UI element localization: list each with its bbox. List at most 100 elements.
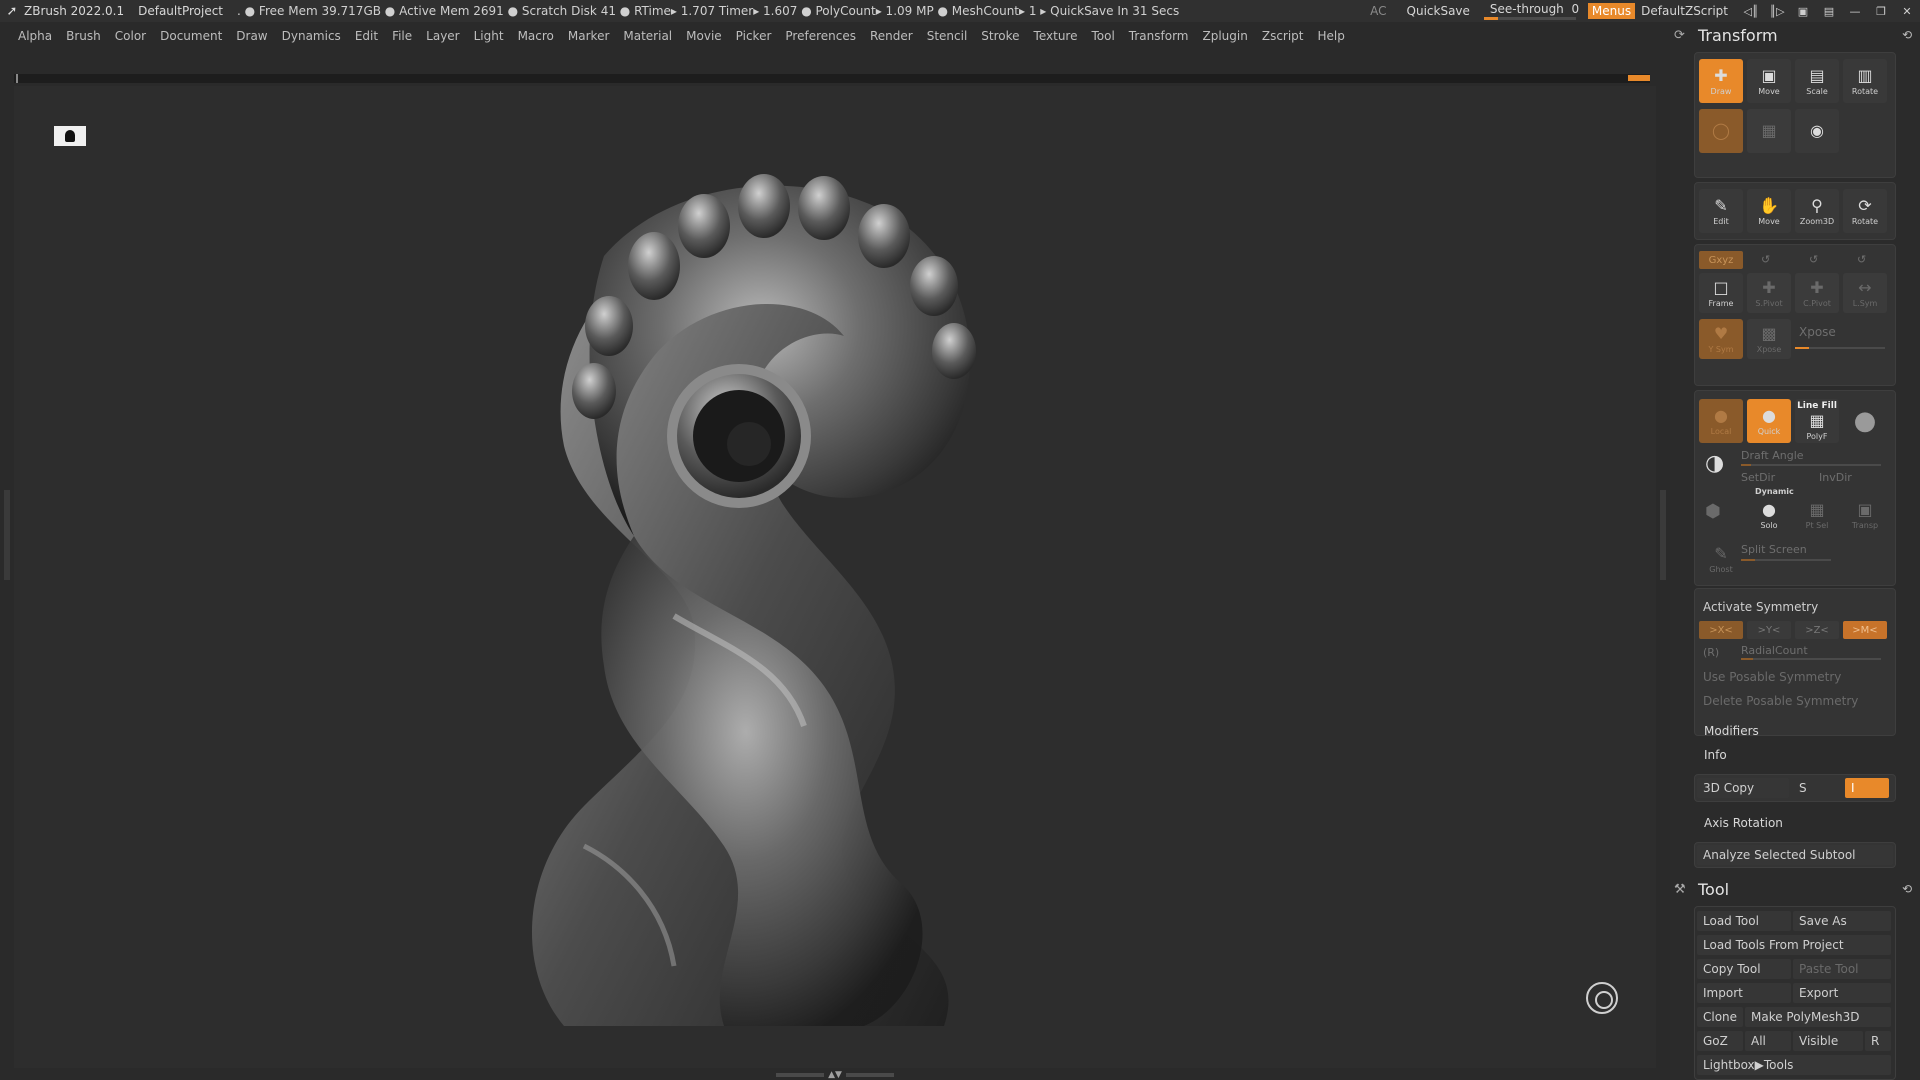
sphere-preview-button[interactable]: ● xyxy=(1843,399,1887,443)
info-subpalette[interactable]: Info xyxy=(1704,748,1727,762)
menu-marker[interactable]: Marker xyxy=(568,29,609,43)
xpose-button[interactable]: ▩ Xpose xyxy=(1747,319,1791,359)
ptsel-button[interactable]: ▦ Pt Sel xyxy=(1795,495,1839,535)
menu-help[interactable]: Help xyxy=(1318,29,1345,43)
menu-preferences[interactable]: Preferences xyxy=(785,29,856,43)
xpose-slider[interactable] xyxy=(1795,347,1885,349)
analyze-selected-subtool-button[interactable]: Analyze Selected Subtool xyxy=(1697,845,1893,865)
menu-layer[interactable]: Layer xyxy=(426,29,459,43)
sym-m-button[interactable]: >M< xyxy=(1843,621,1887,639)
cube-icon[interactable]: ⬢ xyxy=(1705,501,1721,522)
quicksave-button[interactable]: QuickSave xyxy=(1407,4,1470,18)
sym-z-button[interactable]: >Z< xyxy=(1795,621,1839,639)
contrast-icon[interactable]: ◑ xyxy=(1705,451,1724,476)
clone-button[interactable]: Clone xyxy=(1697,1007,1743,1027)
tool-palette-reset-icon[interactable]: ⟲ xyxy=(1902,882,1912,896)
cpivot-button[interactable]: ✚ C.Pivot xyxy=(1795,273,1839,313)
snapshot-button[interactable]: ◉ xyxy=(1795,109,1839,153)
timeline-strip[interactable] xyxy=(14,74,1650,83)
split-screen-slider[interactable] xyxy=(1741,559,1831,561)
load-tool-button[interactable]: Load Tool xyxy=(1697,911,1791,931)
menu-dynamics[interactable]: Dynamics xyxy=(282,29,341,43)
goz-all-button[interactable]: All xyxy=(1745,1031,1791,1051)
goz-button[interactable]: GoZ xyxy=(1697,1031,1743,1051)
navigation-gizmo-icon[interactable] xyxy=(1586,982,1618,1014)
draw-button[interactable]: ✚ Draw xyxy=(1699,59,1743,103)
sculpt-model[interactable] xyxy=(444,146,1204,1046)
menu-movie[interactable]: Movie xyxy=(686,29,722,43)
transform-palette-header[interactable]: ⟳ Transform ⟲ xyxy=(1670,22,1920,48)
menu-zplugin[interactable]: Zplugin xyxy=(1203,29,1248,43)
axis-y-icon[interactable]: ↺ xyxy=(1809,253,1818,266)
axis-z-icon[interactable]: ↺ xyxy=(1857,253,1866,266)
move-mode-button[interactable]: ▣ Move xyxy=(1747,59,1791,103)
bottom-tray-handle[interactable]: ▲▼ xyxy=(770,1070,900,1080)
rotate-mode-button[interactable]: ▥ Rotate xyxy=(1843,59,1887,103)
zoom3d-button[interactable]: ⚲ Zoom3D xyxy=(1795,189,1839,233)
local-button[interactable]: ● Local xyxy=(1699,399,1743,443)
gizmo-toggle-button[interactable]: ◯ xyxy=(1699,109,1743,153)
delete-posable-symmetry-button[interactable]: Delete Posable Symmetry xyxy=(1697,691,1893,711)
restore-icon[interactable]: ❐ xyxy=(1868,0,1894,22)
modifiers-subpalette[interactable]: Modifiers xyxy=(1704,724,1759,738)
copy3d-button[interactable]: 3D Copy xyxy=(1697,778,1789,798)
layout-next-icon[interactable]: ║▷ xyxy=(1764,0,1790,22)
radial-r-button[interactable]: (R) xyxy=(1703,646,1719,659)
menu-color[interactable]: Color xyxy=(115,29,146,43)
load-tools-from-project-button[interactable]: Load Tools From Project xyxy=(1697,935,1891,955)
ghost-button[interactable]: ✎ Ghost xyxy=(1699,539,1743,579)
right-tray-handle[interactable] xyxy=(1660,490,1666,580)
menu-texture[interactable]: Texture xyxy=(1034,29,1078,43)
solo-button[interactable]: ● Solo xyxy=(1747,495,1791,535)
see-through-slider[interactable]: See-through 0 xyxy=(1483,2,1579,20)
close-icon[interactable]: ✕ xyxy=(1894,0,1920,22)
export-button[interactable]: Export xyxy=(1793,983,1891,1003)
copy3d-i-button[interactable]: I xyxy=(1845,778,1889,798)
import-button[interactable]: Import xyxy=(1697,983,1791,1003)
menu-edit[interactable]: Edit xyxy=(355,29,378,43)
make-polymesh3d-button[interactable]: Make PolyMesh3D xyxy=(1745,1007,1891,1027)
menu-alpha[interactable]: Alpha xyxy=(18,29,52,43)
sym-x-button[interactable]: >X< xyxy=(1699,621,1743,639)
scale-mode-button[interactable]: ▤ Scale xyxy=(1795,59,1839,103)
menus-toggle-button[interactable]: Menus xyxy=(1587,3,1636,19)
edit-scale-button[interactable]: ▦ xyxy=(1747,109,1791,153)
copy3d-s-button[interactable]: S xyxy=(1793,778,1833,798)
menu-render[interactable]: Render xyxy=(870,29,913,43)
menu-picker[interactable]: Picker xyxy=(736,29,772,43)
invdir-button[interactable]: InvDir xyxy=(1819,471,1852,484)
axis-rotation-subpalette[interactable]: Axis Rotation xyxy=(1704,816,1783,830)
camera-view-icon[interactable] xyxy=(54,126,86,146)
document-canvas[interactable] xyxy=(14,86,1656,1068)
menu-document[interactable]: Document xyxy=(160,29,222,43)
default-zscript-button[interactable]: DefaultZScript xyxy=(1641,4,1728,18)
menu-draw[interactable]: Draw xyxy=(236,29,267,43)
ysym-button[interactable]: ♥ Y Sym xyxy=(1699,319,1743,359)
menu-light[interactable]: Light xyxy=(474,29,504,43)
menu-tool[interactable]: Tool xyxy=(1091,29,1114,43)
use-posable-symmetry-button[interactable]: Use Posable Symmetry xyxy=(1697,667,1893,687)
timeline-marker[interactable] xyxy=(1628,75,1650,81)
layout-prev-icon[interactable]: ◁║ xyxy=(1738,0,1764,22)
activate-symmetry-button[interactable]: Activate Symmetry xyxy=(1697,597,1893,617)
left-tray-handle[interactable] xyxy=(4,490,10,580)
frame-button[interactable]: □ Frame xyxy=(1699,273,1743,313)
transp-button[interactable]: ▣ Transp xyxy=(1843,495,1887,535)
move-view-button[interactable]: ✋ Move xyxy=(1747,189,1791,233)
copy-tool-button[interactable]: Copy Tool xyxy=(1697,959,1791,979)
sym-y-button[interactable]: >Y< xyxy=(1747,621,1791,639)
ac-button[interactable]: AC xyxy=(1370,4,1386,18)
minimize-icon[interactable]: — xyxy=(1842,0,1868,22)
palette-reset-icon[interactable]: ⟲ xyxy=(1902,28,1912,42)
axis-x-icon[interactable]: ↺ xyxy=(1761,253,1770,266)
save-as-button[interactable]: Save As xyxy=(1793,911,1891,931)
menu-transform[interactable]: Transform xyxy=(1129,29,1189,43)
edit-button[interactable]: ✎ Edit xyxy=(1699,189,1743,233)
polyf-button[interactable]: Line Fill ▦ PolyF xyxy=(1795,399,1839,443)
radial-count-slider[interactable] xyxy=(1741,658,1881,660)
lsym-button[interactable]: ↔ L.Sym xyxy=(1843,273,1887,313)
goz-visible-button[interactable]: Visible xyxy=(1793,1031,1863,1051)
menu-stroke[interactable]: Stroke xyxy=(981,29,1019,43)
spivot-button[interactable]: ✚ S.Pivot xyxy=(1747,273,1791,313)
menu-zscript[interactable]: Zscript xyxy=(1262,29,1304,43)
